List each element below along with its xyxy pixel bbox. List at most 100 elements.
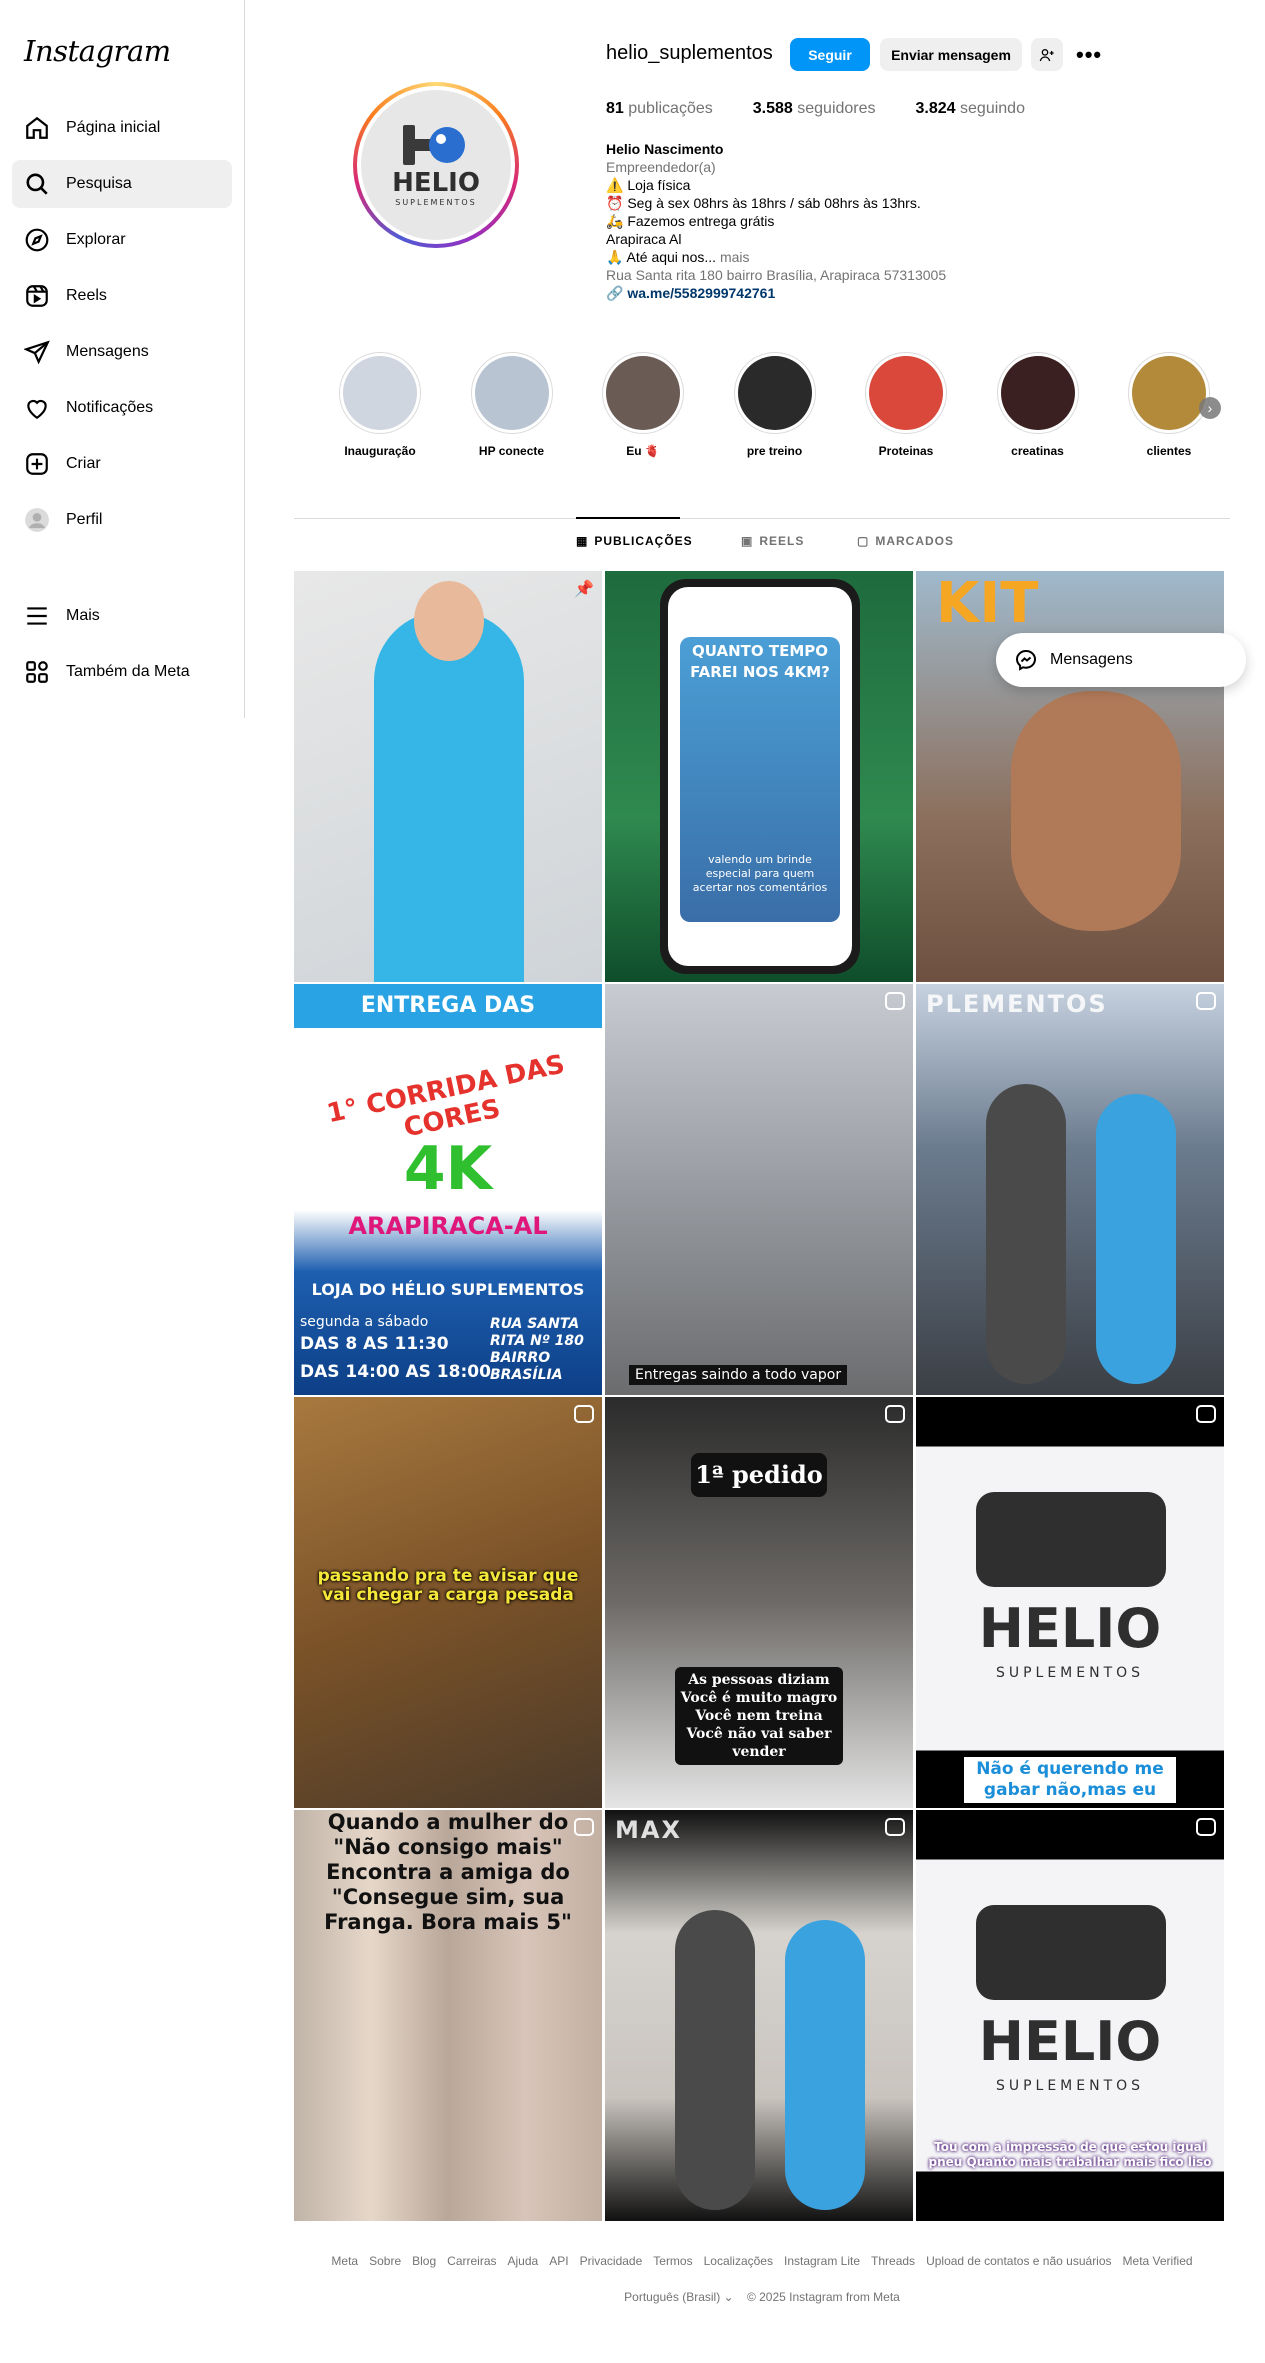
footer-bottom: Português (Brasil) ⌄ © 2025 Instagram fr… [294, 2290, 1230, 2304]
post-tile[interactable]: MAX [605, 1810, 913, 2221]
search-icon [26, 173, 48, 195]
followers-count[interactable]: 3.588 seguidores [753, 100, 876, 118]
story-highlight[interactable]: pre treino [733, 352, 816, 458]
reel-icon [885, 1405, 905, 1423]
post-caption: Tou com a impressão de que estou igual p… [928, 2140, 1212, 2169]
story-highlight[interactable]: creatinas [996, 352, 1079, 458]
following-count[interactable]: 3.824 seguindo [916, 100, 1025, 118]
footer-link[interactable]: Localizações [704, 2254, 773, 2268]
footer-link[interactable]: Upload de contatos e não usuários [926, 2254, 1111, 2268]
footer-link[interactable]: Sobre [369, 2254, 401, 2268]
post-tile[interactable]: Quando a mulher do "Não consigo mais" En… [294, 1810, 602, 2221]
highlights-next-button[interactable]: › [1199, 397, 1221, 419]
sidebar-item-label: Mais [66, 607, 100, 624]
post-logo-text: HELIO [978, 1597, 1162, 1660]
sidebar-item-reels[interactable]: Reels [12, 272, 232, 320]
highlight-label: Eu 🫀 [626, 444, 660, 458]
post-overlay-subtext: valendo um brinde especial para quem ace… [692, 853, 828, 894]
post-tile[interactable]: PLEMENTOS [916, 984, 1224, 1395]
post-subject [1096, 1094, 1176, 1384]
footer-link[interactable]: Carreiras [447, 2254, 496, 2268]
story-highlight[interactable]: clientes [1128, 352, 1210, 458]
sidebar-item-profile[interactable]: Perfil [12, 496, 232, 544]
highlight-label: clientes [1146, 444, 1192, 458]
footer-link[interactable]: Termos [653, 2254, 692, 2268]
highlight-cover [474, 356, 549, 430]
post-logo-subtext: SUPLEMENTOS [995, 1665, 1145, 1681]
reel-icon [1196, 992, 1216, 1010]
highlight-label: pre treino [746, 444, 803, 458]
profile-avatar-icon [25, 508, 49, 532]
active-tab-indicator [576, 517, 680, 519]
footer-link[interactable]: Privacidade [580, 2254, 643, 2268]
copyright: © 2025 Instagram from Meta [746, 2290, 900, 2304]
sidebar-item-create[interactable]: Criar [12, 440, 232, 488]
footer-link[interactable]: Meta Verified [1123, 2254, 1193, 2268]
highlight-label: creatinas [1011, 444, 1064, 458]
messages-floating-button[interactable]: Mensagens [996, 633, 1246, 687]
footer-link[interactable]: Meta [331, 2254, 358, 2268]
reel-icon [1196, 1818, 1216, 1836]
footer-link[interactable]: Blog [412, 2254, 436, 2268]
more-options-icon[interactable]: ••• [1076, 42, 1102, 68]
sidebar-item-more[interactable]: Mais [12, 592, 232, 640]
sidebar-item-label: Perfil [66, 511, 103, 528]
post-overlay-text: PLEMENTOS [926, 990, 1108, 1018]
highlight-ring [996, 352, 1079, 434]
tagged-icon: ▢ [857, 534, 870, 548]
story-highlight[interactable]: Eu 🫀 [602, 352, 684, 458]
post-tile[interactable]: HELIO SUPLEMENTOS Tou com a impressão de q… [916, 1810, 1224, 2221]
post-tile[interactable]: HELIO SUPLEMENTOS Não é querendo me gabar … [916, 1397, 1224, 1808]
post-caption: As pessoas diziam Você é muito magro Voc… [675, 1667, 843, 1765]
post-tile[interactable]: 1ª pedido As pessoas diziam Você é muito … [605, 1397, 913, 1808]
footer-link[interactable]: Ajuda [508, 2254, 539, 2268]
tab-tagged[interactable]: ▢ MARCADOS [857, 534, 954, 548]
sidebar-item-home[interactable]: Página inicial [12, 104, 232, 152]
sidebar-item-messages[interactable]: Mensagens [12, 328, 232, 376]
menu-icon [27, 607, 47, 625]
poster-hours-afternoon: DAS 14:00 AS 18:00 [300, 1362, 491, 1382]
profile-category: Empreendedor(a) [606, 159, 716, 175]
compass-icon [25, 228, 49, 252]
bio-line: 🛵 Fazemos entrega grátis [606, 213, 775, 229]
profile-address[interactable]: Rua Santa rita 180 bairro Brasília, Arap… [606, 266, 946, 284]
direct-icon [24, 340, 50, 365]
tab-reels[interactable]: ▣ REELS [741, 534, 804, 548]
highlight-ring [602, 352, 684, 434]
highlight-label: Proteinas [878, 444, 934, 458]
story-highlight[interactable]: HP conecte [470, 352, 553, 458]
bio-more-link[interactable]: mais [720, 249, 750, 265]
post-logo-subtext: SUPLEMENTOS [995, 2078, 1145, 2094]
follow-button[interactable]: Seguir [790, 38, 870, 71]
instagram-logo[interactable]: Instagram [24, 34, 171, 68]
grid-icon: ▦ [576, 534, 589, 548]
highlight-label: Inauguração [344, 444, 416, 458]
highlight-ring [733, 352, 816, 434]
sidebar-item-also-from-meta[interactable]: Também da Meta [12, 648, 232, 696]
sidebar-item-search[interactable]: Pesquisa [12, 160, 232, 208]
bio-line: ⏰ Seg à sex 08hrs às 18hrs / sáb 08hrs à… [606, 195, 921, 211]
story-highlight[interactable]: Inauguração [339, 352, 421, 458]
post-caption: Entregas saindo a todo vapor [629, 1365, 848, 1385]
tab-posts[interactable]: ▦ PUBLICAÇÕES [576, 534, 693, 548]
send-message-button[interactable]: Enviar mensagem [880, 38, 1022, 71]
post-tile[interactable]: passando pra te avisar que vai chegar a … [294, 1397, 602, 1808]
profile-avatar[interactable]: HELIO SUPLEMENTOS [353, 82, 519, 248]
post-tile[interactable]: Entregas saindo a todo vapor [605, 984, 913, 1395]
highlight-cover [343, 356, 417, 430]
footer-link[interactable]: Threads [871, 2254, 915, 2268]
sidebar-item-label: Criar [66, 455, 101, 472]
post-overlay-text: MAX [615, 1816, 682, 1844]
footer-link[interactable]: API [549, 2254, 568, 2268]
suggested-users-button[interactable] [1031, 38, 1063, 71]
post-tile[interactable]: 📌 [294, 571, 602, 982]
sidebar-item-notifications[interactable]: Notificações [12, 384, 232, 432]
story-highlight[interactable]: Proteinas [865, 352, 947, 458]
footer-link[interactable]: Instagram Lite [784, 2254, 860, 2268]
language-selector[interactable]: Português (Brasil) ⌄ [624, 2290, 733, 2304]
profile-link[interactable]: 🔗 wa.me/5582999742761 [606, 284, 946, 302]
sidebar-item-explore[interactable]: Explorar [12, 216, 232, 264]
post-tile[interactable]: QUANTO TEMPO FAREI NOS 4KM? valendo um br… [605, 571, 913, 982]
poster-big-text: 4K [403, 1134, 493, 1204]
post-tile[interactable]: ENTREGA DAS NUMERAÇÃO 1° CORRIDA DAS CORE… [294, 984, 602, 1395]
